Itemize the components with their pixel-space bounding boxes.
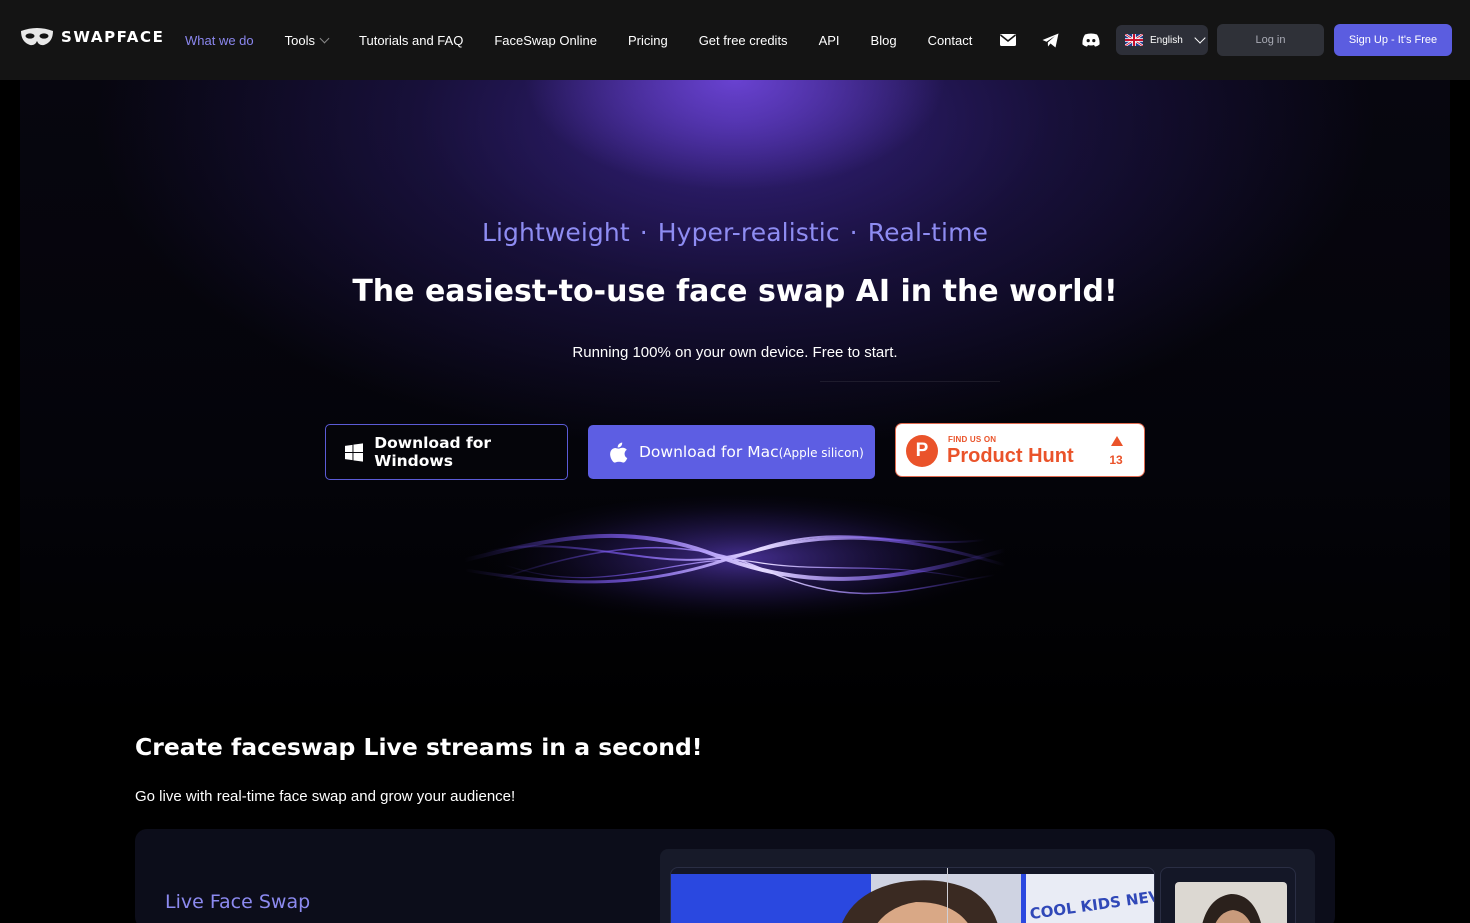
tagline-item: Real-time (867, 218, 989, 247)
nav-link-label: What we do (185, 32, 254, 48)
brand-logo[interactable]: SWAPFACE (20, 26, 164, 48)
uk-flag-icon (1125, 34, 1143, 46)
nav-link-free-credits[interactable]: Get free credits (699, 33, 788, 48)
product-hunt-votes: 13 (1109, 453, 1123, 467)
hero-headline: The easiest-to-use face swap AI in the w… (352, 274, 1118, 309)
nav-link-contact[interactable]: Contact (928, 33, 973, 48)
source-face-photo (1175, 882, 1287, 923)
section-title: Create faceswap Live streams in a second… (135, 733, 703, 761)
compare-slider-handle[interactable] (947, 868, 948, 923)
nav-link-api[interactable]: API (819, 33, 840, 48)
chevron-down-icon (319, 33, 330, 43)
brand-name: SWAPFACE (61, 28, 165, 46)
hero-subhead: Running 100% on your own device. Free to… (572, 344, 898, 361)
live-swap-preview: COOL KIDS NEVER (660, 849, 1315, 923)
feature-card-live-face-swap: Live Face Swap COOL KIDS NEVER (135, 829, 1335, 923)
signup-button[interactable]: Sign Up - It's Free (1334, 24, 1452, 56)
nav-links: What we do Tools Tutorials and FAQ FaceS… (185, 0, 1003, 80)
mail-icon[interactable] (998, 29, 1018, 51)
hero-tagline: Lightweight · Hyper-realistic · Real-time (20, 218, 1450, 247)
feature-card-title[interactable]: Live Face Swap (165, 891, 310, 913)
language-select[interactable]: English (1116, 25, 1208, 55)
language-label: English (1150, 34, 1183, 46)
product-hunt-badge[interactable]: P FIND US ON Product Hunt 13 (895, 423, 1145, 477)
upvote-arrow-icon (1111, 436, 1123, 446)
tagline-item: Hyper-realistic (657, 218, 840, 247)
section-subtitle: Go live with real-time face swap and gro… (135, 788, 516, 805)
telegram-icon[interactable] (1040, 29, 1060, 51)
nav-link-label: Blog (870, 32, 897, 48)
nav-link-label: FaceSwap Online (494, 32, 597, 48)
tagline-separator: · (849, 218, 858, 247)
download-mac-note: (Apple silicon) (778, 446, 864, 460)
product-hunt-kicker: FIND US ON (948, 435, 997, 444)
download-mac-label: Download for Mac(Apple silicon) (639, 443, 864, 461)
stream-photo: COOL KIDS NEVER (671, 874, 1154, 923)
chevron-down-icon (1194, 32, 1206, 44)
nav-link-tools[interactable]: Tools (284, 32, 330, 48)
product-hunt-logo-icon: P (906, 435, 938, 467)
apple-icon (610, 442, 628, 463)
download-mac-text: Download for Mac (639, 443, 779, 461)
nav-link-what-we-do[interactable]: What we do (185, 33, 254, 48)
nav-link-faceswap-online[interactable]: FaceSwap Online (494, 33, 597, 48)
audio-wave-graphic (465, 495, 1005, 635)
download-mac-button[interactable]: Download for Mac(Apple silicon) (588, 425, 875, 479)
divider (820, 381, 1000, 382)
tagline-separator: · (639, 218, 648, 247)
tagline-item: Lightweight (481, 218, 630, 247)
nav-link-label: Pricing (627, 32, 668, 48)
nav-link-pricing[interactable]: Pricing (628, 33, 668, 48)
top-navbar: SWAPFACE What we do Tools Tutorials and … (0, 0, 1470, 80)
discord-icon[interactable] (1081, 29, 1101, 51)
nav-link-label: Tools (284, 32, 316, 48)
source-face-frame (1160, 867, 1296, 923)
login-button[interactable]: Log in (1217, 24, 1324, 56)
windows-icon (345, 442, 364, 462)
nav-link-blog[interactable]: Blog (871, 33, 897, 48)
nav-link-label: API (818, 32, 840, 48)
product-hunt-name: Product Hunt (947, 445, 1074, 467)
hero-section: Lightweight · Hyper-realistic · Real-time Th… (20, 80, 1450, 720)
nav-link-label: Tutorials and FAQ (359, 32, 464, 48)
download-windows-label: Download for Windows (374, 434, 492, 470)
nav-link-label: Get free credits (698, 32, 788, 48)
nav-link-label: Contact (927, 32, 973, 48)
nav-link-tutorials[interactable]: Tutorials and FAQ (359, 33, 463, 48)
stream-frame: COOL KIDS NEVER (670, 867, 1155, 923)
mask-icon (21, 28, 53, 46)
download-windows-button[interactable]: Download for Windows (325, 424, 568, 480)
